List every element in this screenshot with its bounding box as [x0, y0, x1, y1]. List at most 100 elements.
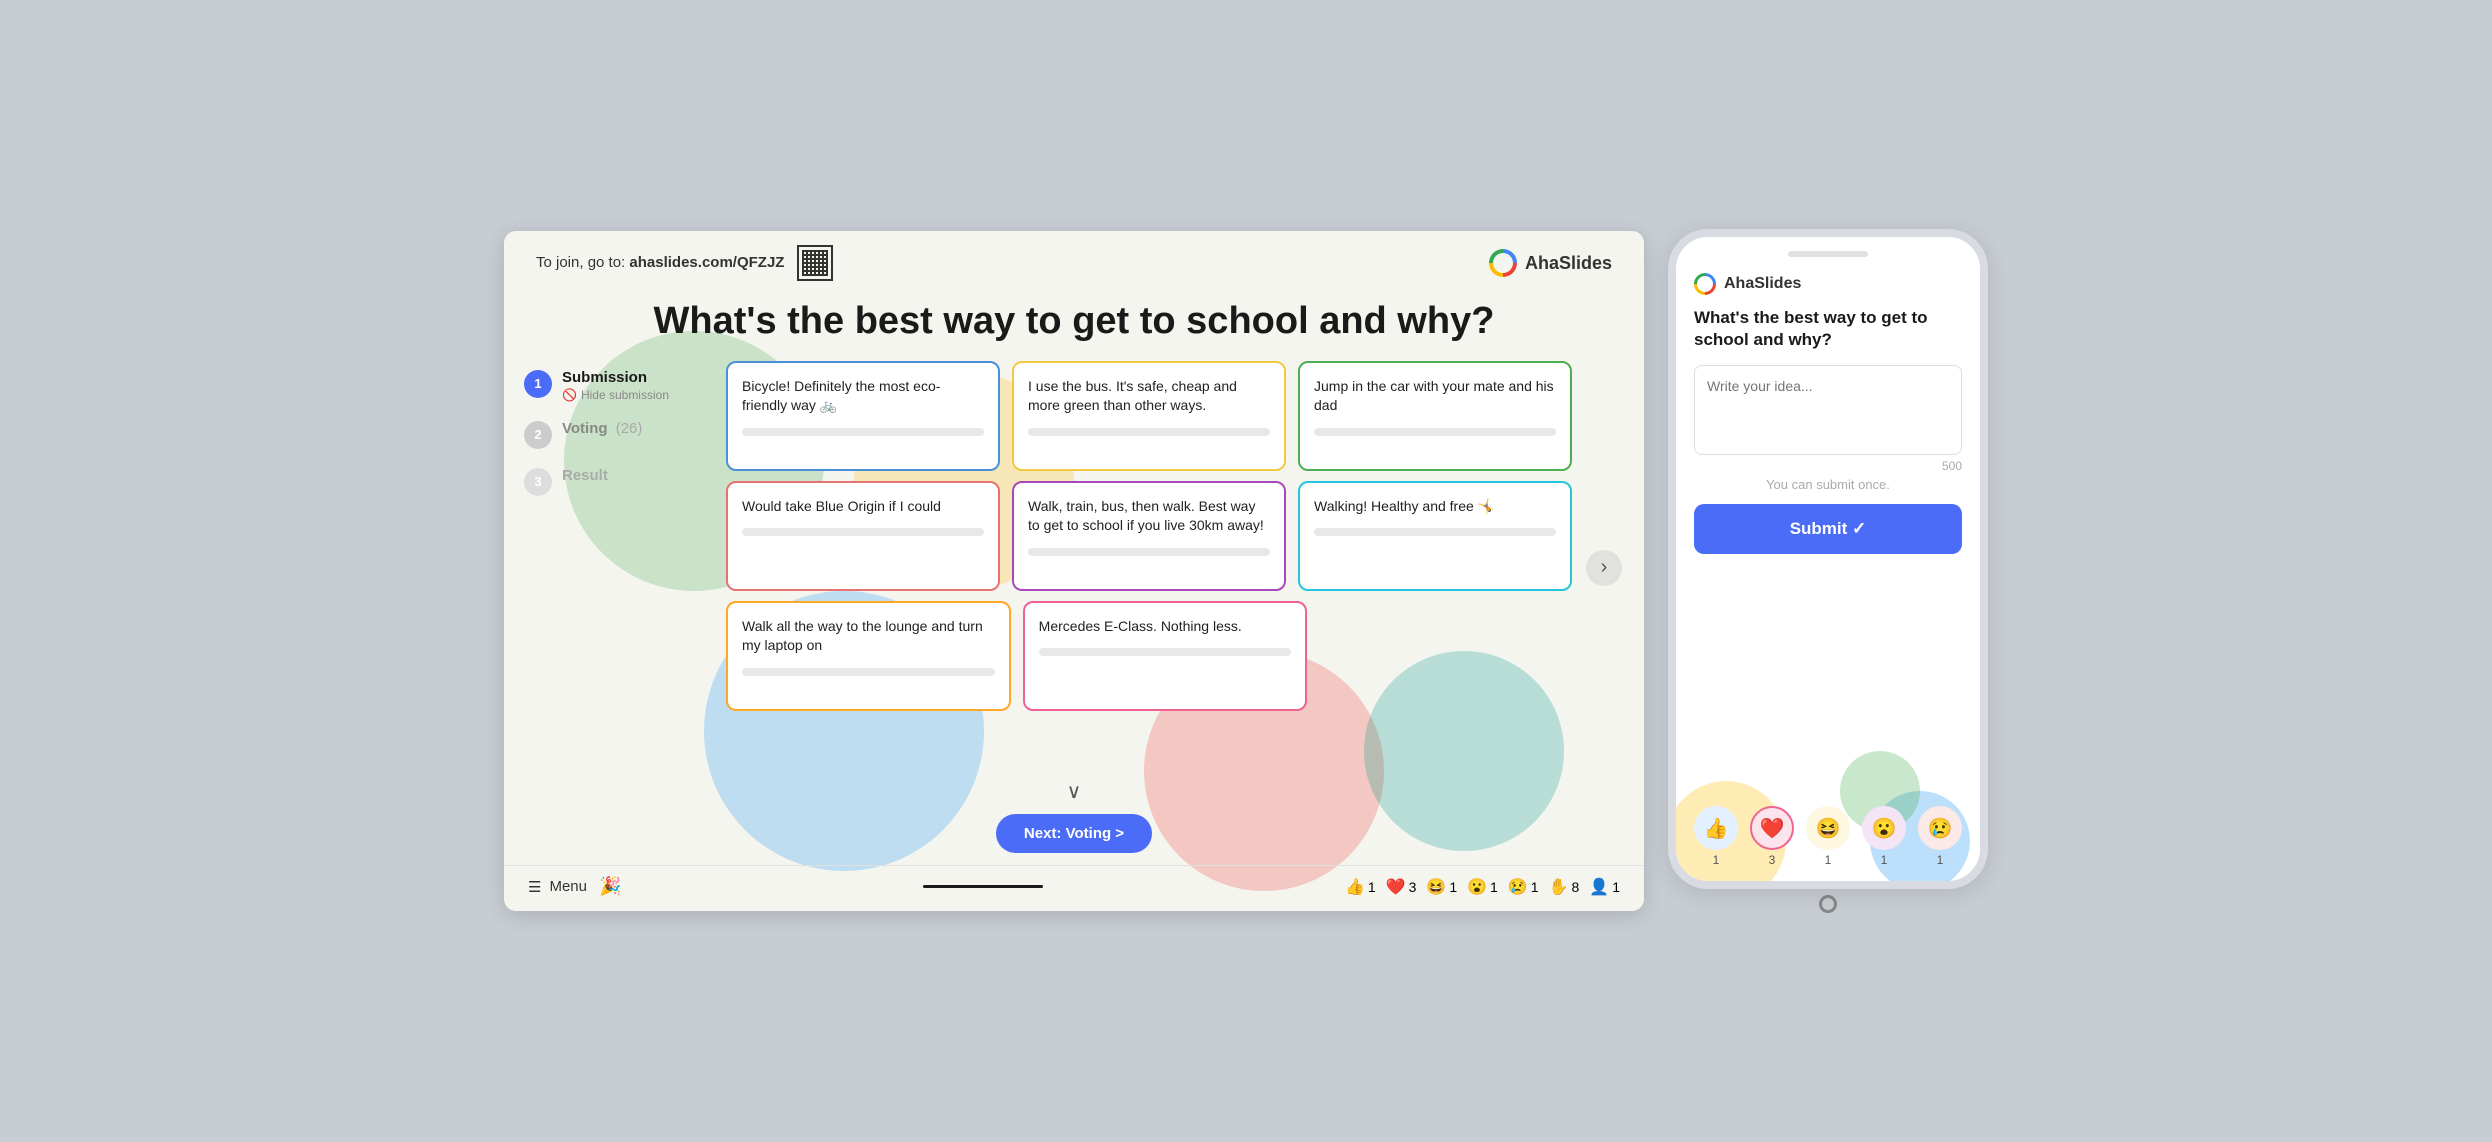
step1-sublabel: 🚫 Hide submission — [562, 388, 669, 402]
phone-rb-sad[interactable]: 😢 — [1918, 806, 1962, 850]
cards-row-2: Would take Blue Origin if I could Walk, … — [726, 481, 1572, 591]
reaction-laugh: 😆 1 — [1426, 877, 1457, 897]
phone-rb-wow[interactable]: 😮 — [1862, 806, 1906, 850]
laugh-count: 1 — [1449, 879, 1457, 895]
step1-label: Submission — [562, 369, 669, 386]
step3-num: 3 — [524, 468, 552, 496]
voting-label: Voting — [562, 420, 608, 437]
slide-panel: To join, go to: ahaslides.com/QFZJZ AhaS… — [504, 231, 1644, 911]
voting-count: (26) — [616, 420, 643, 437]
down-arrow: ∨ — [504, 775, 1644, 808]
user-count: 1 — [1612, 879, 1620, 895]
step1-num: 1 — [524, 370, 552, 398]
card-3-bar — [1314, 428, 1556, 436]
cards-row-1: Bicycle! Definitely the most eco-friendl… — [726, 361, 1572, 471]
phone-wrapper: AhaSlides What's the best way to get to … — [1668, 229, 1988, 913]
step-submission: 1 Submission 🚫 Hide submission — [524, 369, 714, 402]
qr-code — [797, 245, 833, 281]
card-4: Would take Blue Origin if I could — [726, 481, 1000, 591]
phone-rb-thumbsup[interactable]: 👍 — [1694, 806, 1738, 850]
join-info: To join, go to: ahaslides.com/QFZJZ — [536, 245, 833, 281]
reaction-heart: ❤️ 3 — [1386, 877, 1417, 897]
reactions-bar: 👍 1 ❤️ 3 😆 1 😮 1 😢 1 ✋ 8 — [1345, 877, 1620, 897]
phone-reaction-laugh: 😆 1 — [1806, 806, 1850, 867]
confetti-icon: 🎉 — [599, 876, 621, 897]
reaction-user: 👤 1 — [1589, 877, 1620, 897]
phone-wow-count: 1 — [1881, 853, 1888, 867]
join-text: To join, go to: ahaslides.com/QFZJZ — [536, 254, 789, 271]
next-arrow-button[interactable]: › — [1586, 550, 1622, 586]
phone-reaction-thumbsup: 👍 1 — [1694, 806, 1738, 867]
card-3: Jump in the car with your mate and his d… — [1298, 361, 1572, 471]
thumbsup-emoji: 👍 — [1345, 877, 1365, 897]
slide-bottom: ☰ Menu 🎉 👍 1 ❤️ 3 😆 1 😮 1 — [504, 865, 1644, 911]
card-4-text: Would take Blue Origin if I could — [742, 497, 984, 517]
phone-sad-count: 1 — [1937, 853, 1944, 867]
card-4-bar — [742, 528, 984, 536]
brand-name: AhaSlides — [1525, 253, 1612, 274]
card-placeholder — [1319, 601, 1572, 711]
card-1-text: Bicycle! Definitely the most eco-friendl… — [742, 377, 984, 416]
hide-sub-text[interactable]: Hide submission — [581, 388, 669, 402]
brand-logo: AhaSlides — [1489, 249, 1612, 277]
card-6: Walking! Healthy and free 🤸 — [1298, 481, 1572, 591]
card-2: I use the bus. It's safe, cheap and more… — [1012, 361, 1286, 471]
phone-submit-button[interactable]: Submit ✓ — [1694, 504, 1962, 554]
phone-idea-input[interactable] — [1694, 365, 1962, 455]
cards-row-3: Walk all the way to the lounge and turn … — [726, 601, 1572, 711]
join-url: ahaslides.com/QFZJZ — [629, 254, 784, 271]
thumbsup-count: 1 — [1368, 879, 1376, 895]
phone-laugh-count: 1 — [1825, 853, 1832, 867]
phone-reaction-heart: ❤️ 3 — [1750, 806, 1794, 867]
phone-rb-heart[interactable]: ❤️ — [1750, 806, 1794, 850]
menu-button[interactable]: ☰ Menu — [528, 878, 587, 896]
slide-body: 1 Submission 🚫 Hide submission 2 Voting … — [504, 361, 1644, 775]
card-7-bar — [742, 668, 995, 676]
laugh-emoji: 😆 — [1426, 877, 1446, 897]
card-5-text: Walk, train, bus, then walk. Best way to… — [1028, 497, 1270, 536]
step2-label: Voting (26) — [562, 420, 642, 437]
user-emoji: 👤 — [1589, 877, 1609, 897]
card-3-text: Jump in the car with your mate and his d… — [1314, 377, 1556, 416]
cards-area: Bicycle! Definitely the most eco-friendl… — [726, 361, 1572, 775]
step-result: 3 Result — [524, 467, 714, 496]
heart-emoji: ❤️ — [1386, 877, 1406, 897]
phone-connector — [1819, 895, 1837, 913]
reaction-sad: 😢 1 — [1508, 877, 1539, 897]
next-voting-button[interactable]: Next: Voting > — [996, 814, 1152, 853]
card-2-bar — [1028, 428, 1270, 436]
card-8-text: Mercedes E-Class. Nothing less. — [1039, 617, 1292, 637]
card-1: Bicycle! Definitely the most eco-friendl… — [726, 361, 1000, 471]
eye-off-icon: 🚫 — [562, 388, 577, 402]
reaction-thumbsup: 👍 1 — [1345, 877, 1376, 897]
phone-ahaslides-icon — [1694, 273, 1716, 295]
step-voting: 2 Voting (26) — [524, 420, 714, 449]
phone-question: What's the best way to get to school and… — [1694, 307, 1962, 351]
phone-heart-count: 3 — [1769, 853, 1776, 867]
phone-reaction-sad: 😢 1 — [1918, 806, 1962, 867]
card-7: Walk all the way to the lounge and turn … — [726, 601, 1011, 711]
menu-label: Menu — [549, 878, 587, 895]
hand-count: 8 — [1571, 879, 1579, 895]
phone-submit-note: You can submit once. — [1694, 477, 1962, 492]
phone-blobs: 👍 1 ❤️ 3 😆 1 😮 1 😢 1 — [1676, 741, 1980, 881]
progress-bar — [923, 885, 1043, 888]
phone-thumbsup-count: 1 — [1713, 853, 1720, 867]
phone-brand-name: AhaSlides — [1724, 275, 1801, 293]
heart-count: 3 — [1409, 879, 1417, 895]
card-2-text: I use the bus. It's safe, cheap and more… — [1028, 377, 1270, 416]
ahaslides-icon — [1489, 249, 1517, 277]
step3-label: Result — [562, 467, 608, 484]
slide-title: What's the best way to get to school and… — [504, 291, 1644, 361]
phone: AhaSlides What's the best way to get to … — [1668, 229, 1988, 889]
card-7-text: Walk all the way to the lounge and turn … — [742, 617, 995, 656]
card-6-bar — [1314, 528, 1556, 536]
phone-content: AhaSlides What's the best way to get to … — [1676, 257, 1980, 741]
wow-count: 1 — [1490, 879, 1498, 895]
card-5: Walk, train, bus, then walk. Best way to… — [1012, 481, 1286, 591]
phone-rb-laugh[interactable]: 😆 — [1806, 806, 1850, 850]
next-btn-area: Next: Voting > — [504, 808, 1644, 865]
right-arrow-col: › — [1584, 361, 1624, 775]
reaction-wow: 😮 1 — [1467, 877, 1498, 897]
sad-emoji: 😢 — [1508, 877, 1528, 897]
